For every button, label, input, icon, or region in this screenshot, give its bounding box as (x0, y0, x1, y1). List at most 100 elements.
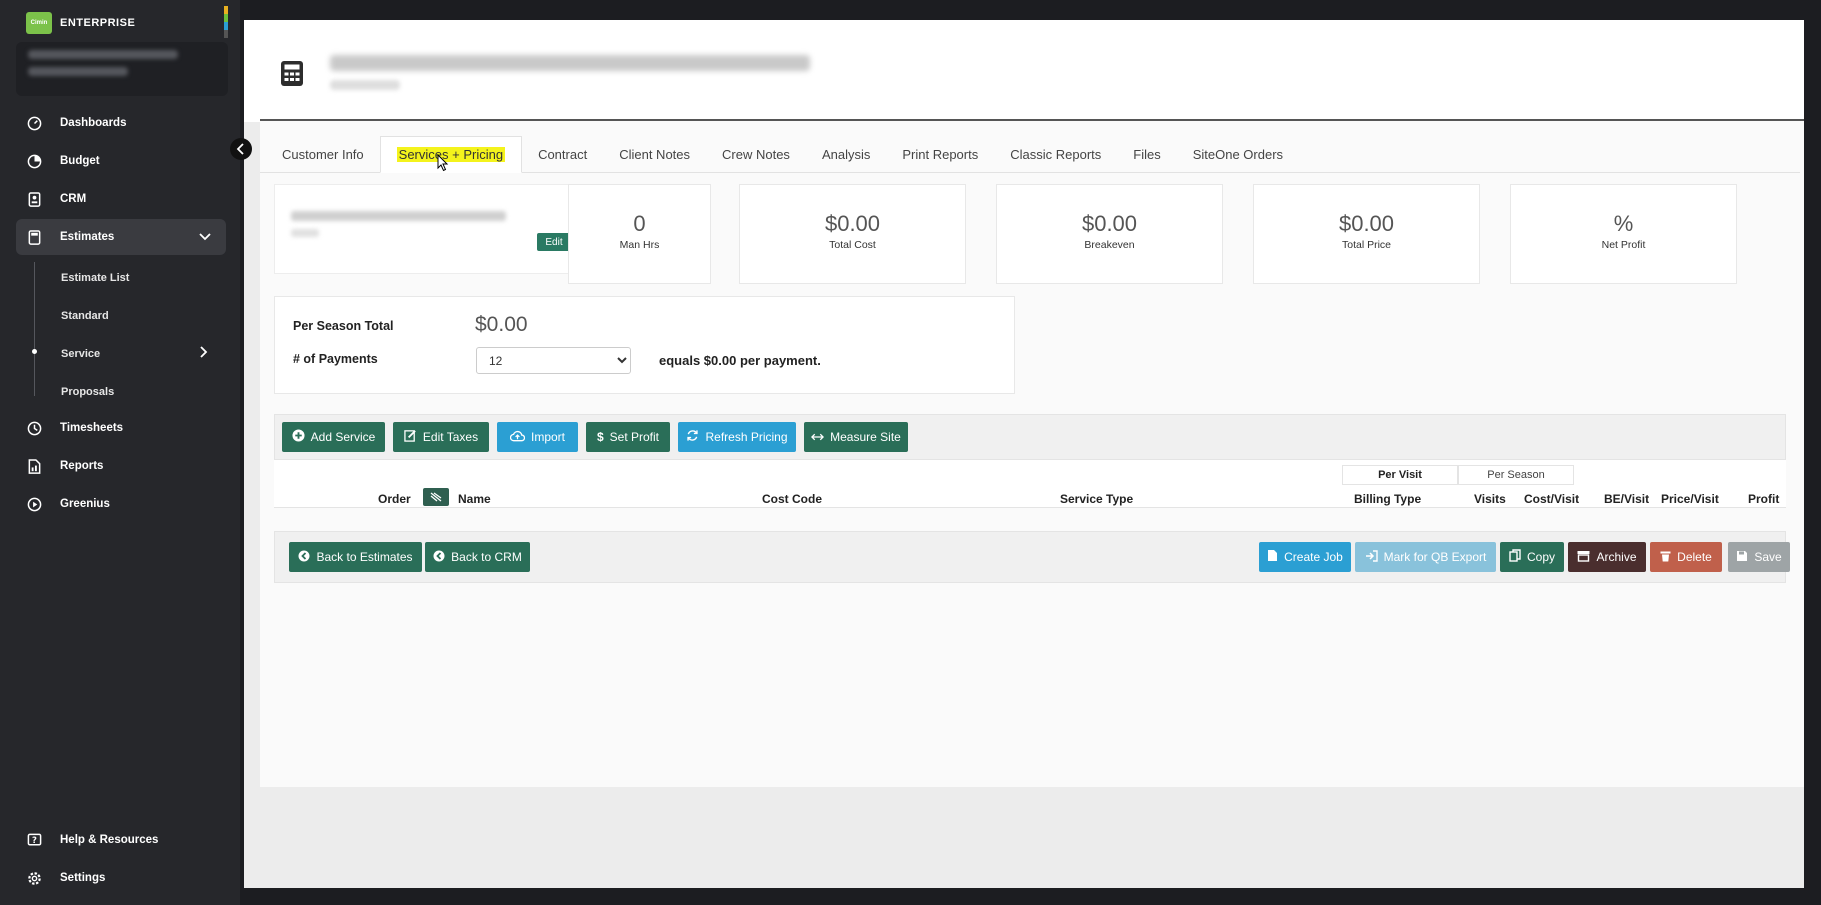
tab-print-reports[interactable]: Print Reports (886, 136, 994, 172)
tab-label: Customer Info (282, 146, 364, 162)
trash-icon (1660, 550, 1671, 565)
create-job-button[interactable]: Create Job (1259, 542, 1351, 572)
sidebar-item-label: Timesheets (60, 422, 124, 434)
edit-taxes-button[interactable]: Edit Taxes (393, 422, 489, 452)
stat-net-profit: % Net Profit (1510, 184, 1737, 284)
brand[interactable]: Cimin ENTERPRISE (26, 12, 135, 34)
refresh-icon (686, 429, 699, 445)
submenu-item-service[interactable]: Service (61, 348, 100, 360)
delete-button[interactable]: Delete (1650, 542, 1722, 572)
sidebar-item-dashboards[interactable]: Dashboards (16, 105, 226, 141)
sidebar-collapse-button[interactable] (230, 138, 252, 160)
tab-label: Print Reports (902, 146, 979, 162)
tab-contract[interactable]: Contract (522, 136, 603, 172)
dollar-icon: $ (596, 430, 604, 444)
tab-siteone-orders[interactable]: SiteOne Orders (1177, 136, 1299, 172)
import-button[interactable]: Import (497, 422, 578, 452)
submenu-line (34, 262, 35, 396)
button-label: Back to Estimates (316, 550, 413, 564)
action-bar: Back to Estimates Back to CRM Create Job… (274, 531, 1790, 583)
set-profit-button[interactable]: $ Set Profit (586, 422, 670, 452)
per-season-toggle[interactable]: Per Season (1458, 465, 1574, 485)
sidebar-item-help[interactable]: ? Help & Resources (16, 822, 226, 858)
sidebar-item-budget[interactable]: Budget (16, 143, 226, 179)
help-icon: ? (26, 832, 42, 848)
column-be-visit: BE/Visit (1604, 492, 1650, 506)
report-icon (26, 458, 42, 474)
submenu-item-proposals[interactable]: Proposals (61, 386, 114, 398)
reorder-icon[interactable] (423, 488, 449, 506)
button-label: Add Service (310, 430, 376, 444)
chevron-right-icon[interactable] (199, 345, 209, 362)
measure-site-button[interactable]: Measure Site (804, 422, 908, 452)
sidebar-item-reports[interactable]: Reports (16, 448, 226, 484)
per-season-total-value: $0.00 (475, 313, 528, 336)
tab-analysis[interactable]: Analysis (806, 136, 886, 172)
button-label: Refresh Pricing (705, 430, 788, 444)
sidebar-item-greenius[interactable]: Greenius (16, 486, 226, 522)
button-label: Measure Site (830, 430, 901, 444)
payments-label: # of Payments (293, 352, 378, 366)
stat-label: Man Hrs (619, 239, 660, 251)
account-switcher[interactable] (16, 42, 228, 96)
column-profit: Profit (1748, 492, 1780, 506)
button-label: Archive (1596, 550, 1637, 564)
stat-value: $0.00 (1338, 211, 1395, 236)
back-to-estimates-button[interactable]: Back to Estimates (289, 542, 422, 572)
button-label: Copy (1526, 550, 1555, 564)
tab-services-pricing[interactable]: Services + Pricing (379, 136, 523, 173)
sidebar: Cimin ENTERPRISE Dashboards Budget CRM E… (0, 0, 240, 905)
archive-button[interactable]: Archive (1568, 542, 1646, 572)
edit-customer-button[interactable]: Edit (537, 233, 571, 251)
tab-client-notes[interactable]: Client Notes (603, 136, 706, 172)
payments-select[interactable]: 12 (476, 347, 631, 374)
button-label: Create Job (1284, 550, 1343, 564)
stat-value: % (1613, 211, 1634, 236)
sign-in-icon (1365, 549, 1378, 565)
sidebar-item-crm[interactable]: CRM (16, 181, 226, 217)
tab-label: Classic Reports (1010, 146, 1102, 162)
back-to-crm-button[interactable]: Back to CRM (425, 542, 530, 572)
column-visits: Visits (1474, 492, 1506, 506)
plus-circle-icon (292, 429, 305, 445)
sidebar-item-estimates[interactable]: Estimates (16, 219, 226, 255)
sidebar-item-settings[interactable]: Settings (16, 860, 226, 896)
sidebar-item-label: Help & Resources (60, 834, 159, 846)
crm-icon (26, 191, 42, 207)
customer-name-redacted (291, 211, 506, 221)
refresh-pricing-button[interactable]: Refresh Pricing (678, 422, 796, 452)
stat-label: Total Cost (829, 239, 876, 251)
tab-classic-reports[interactable]: Classic Reports (994, 136, 1117, 172)
estimate-title-redacted (330, 55, 810, 71)
copy-button[interactable]: Copy (1500, 542, 1564, 572)
stat-man-hrs: 0 Man Hrs (568, 184, 711, 284)
tab-label: Client Notes (619, 146, 691, 162)
submenu-item-estimate-list[interactable]: Estimate List (61, 272, 129, 284)
add-service-button[interactable]: Add Service (282, 422, 385, 452)
tab-label: Services + Pricing (396, 147, 506, 162)
back-arrow-icon (298, 550, 310, 565)
stat-label: Total Price (1341, 239, 1392, 251)
stat-value: $0.00 (1081, 211, 1138, 236)
per-visit-toggle[interactable]: Per Visit (1342, 465, 1458, 485)
save-button[interactable]: Save (1728, 542, 1790, 572)
services-table-header: Per Visit Per Season Order Name Cost Cod… (274, 460, 1786, 508)
services-toolbar: Add Service Edit Taxes Import $ Set Prof… (274, 414, 1786, 460)
copy-icon (1509, 549, 1521, 565)
stat-label: Net Profit (1601, 239, 1646, 251)
tab-crew-notes[interactable]: Crew Notes (706, 136, 806, 172)
button-label: Save (1754, 550, 1782, 564)
tab-files[interactable]: Files (1117, 136, 1176, 172)
tab-customer-info[interactable]: Customer Info (266, 136, 380, 172)
sidebar-item-timesheets[interactable]: Timesheets (16, 410, 226, 446)
stat-label: Breakeven (1084, 239, 1135, 251)
stat-breakeven: $0.00 Breakeven (996, 184, 1223, 284)
button-label: Set Profit (609, 430, 660, 444)
tab-label: Analysis (821, 146, 871, 162)
season-summary: Per Season Total $0.00 # of Payments 12 … (274, 296, 1015, 394)
brand-name: ENTERPRISE (60, 17, 136, 29)
submenu-item-standard[interactable]: Standard (61, 310, 109, 322)
mark-qb-export-button[interactable]: Mark for QB Export (1355, 542, 1496, 572)
column-cost-code: Cost Code (762, 492, 822, 506)
estimate-header (244, 20, 1804, 122)
